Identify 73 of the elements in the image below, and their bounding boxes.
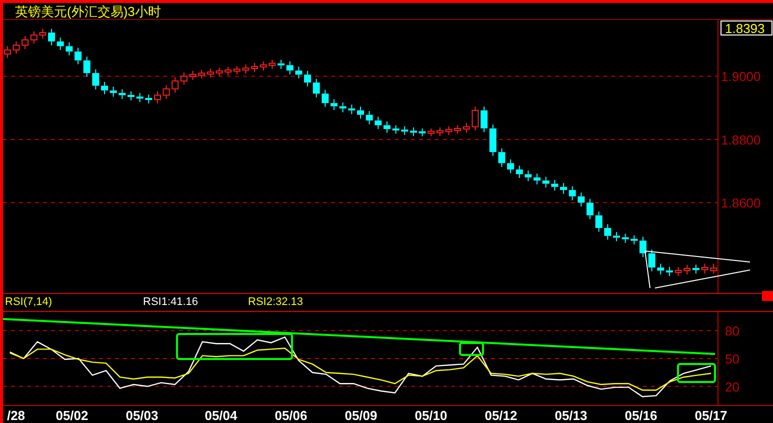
candlestick bbox=[418, 128, 426, 137]
rsi-tick: 80 bbox=[725, 324, 740, 339]
chart-title: 英镑美元(外汇交易)3小时 bbox=[15, 4, 161, 18]
candlestick bbox=[639, 236, 646, 258]
indicator-value: RSI2:32.13 bbox=[248, 297, 304, 308]
candlestick bbox=[110, 86, 117, 98]
current-price-label: 1.8393 bbox=[720, 20, 772, 36]
candlestick bbox=[524, 170, 532, 182]
price-tick: 1.8800 bbox=[721, 132, 761, 148]
candlestick bbox=[66, 42, 73, 56]
candlestick bbox=[622, 233, 629, 244]
highlight-frame bbox=[677, 363, 716, 383]
candlestick bbox=[578, 192, 585, 207]
highlight-frame bbox=[459, 342, 484, 356]
candlestick bbox=[551, 179, 558, 192]
date-label: 05/13 bbox=[554, 409, 588, 422]
date-label: 05/06 bbox=[274, 409, 308, 422]
candlestick bbox=[357, 106, 364, 120]
candlestick bbox=[118, 88, 126, 100]
candlestick bbox=[383, 120, 390, 134]
candlestick bbox=[410, 126, 417, 136]
candlestick bbox=[339, 102, 346, 113]
candlestick bbox=[92, 68, 100, 90]
price-tick: 1.8600 bbox=[721, 196, 761, 211]
candlestick bbox=[74, 47, 82, 65]
date-label: /28 bbox=[6, 409, 26, 422]
candlestick bbox=[692, 264, 700, 274]
candlestick bbox=[516, 165, 523, 179]
candlestick bbox=[560, 182, 568, 194]
indicator-value: RSI1:41.16 bbox=[143, 297, 200, 308]
candlestick bbox=[22, 36, 29, 50]
candlestick bbox=[595, 211, 602, 232]
candlestick bbox=[312, 78, 320, 98]
candlestick bbox=[322, 89, 329, 108]
candlestick bbox=[604, 224, 612, 240]
candlestick bbox=[56, 37, 64, 50]
candlestick bbox=[286, 60, 294, 75]
candlestick bbox=[498, 148, 506, 168]
candlestick bbox=[462, 122, 470, 134]
candlestick bbox=[366, 110, 373, 125]
date-label: 05/10 bbox=[414, 409, 448, 422]
candlestick bbox=[48, 28, 56, 46]
candlestick bbox=[480, 106, 488, 133]
date-label: 05/09 bbox=[344, 409, 378, 422]
date-label: 05/02 bbox=[56, 409, 88, 422]
candlestick bbox=[348, 104, 356, 115]
candlestick bbox=[101, 81, 108, 95]
candlestick bbox=[586, 198, 594, 220]
candlestick bbox=[330, 98, 338, 111]
rsi-tick: 20 bbox=[725, 379, 740, 394]
candlestick bbox=[83, 56, 90, 78]
rsi-tick: 50 bbox=[725, 352, 740, 366]
candlestick bbox=[666, 266, 673, 277]
date-label: 05/04 bbox=[204, 409, 238, 422]
candlestick bbox=[612, 232, 620, 242]
candlestick bbox=[489, 124, 496, 156]
candlestick bbox=[278, 59, 285, 70]
candlestick bbox=[127, 90, 134, 102]
candlestick bbox=[568, 186, 576, 201]
candlestick bbox=[295, 66, 302, 79]
date-label: 05/12 bbox=[484, 409, 518, 422]
date-label: 05/03 bbox=[126, 409, 158, 422]
candlestick bbox=[542, 176, 550, 188]
candlestick bbox=[374, 116, 382, 130]
date-label: 05/16 bbox=[624, 409, 658, 422]
candlestick bbox=[630, 234, 638, 245]
price-tick: 1.9000 bbox=[721, 69, 761, 84]
candlestick bbox=[657, 263, 664, 275]
date-label: 05/17 bbox=[694, 409, 728, 422]
indicator-name: RSI(7,14) bbox=[4, 297, 54, 308]
candlestick bbox=[507, 158, 514, 174]
candlestick bbox=[534, 173, 541, 185]
candlestick bbox=[304, 70, 312, 87]
